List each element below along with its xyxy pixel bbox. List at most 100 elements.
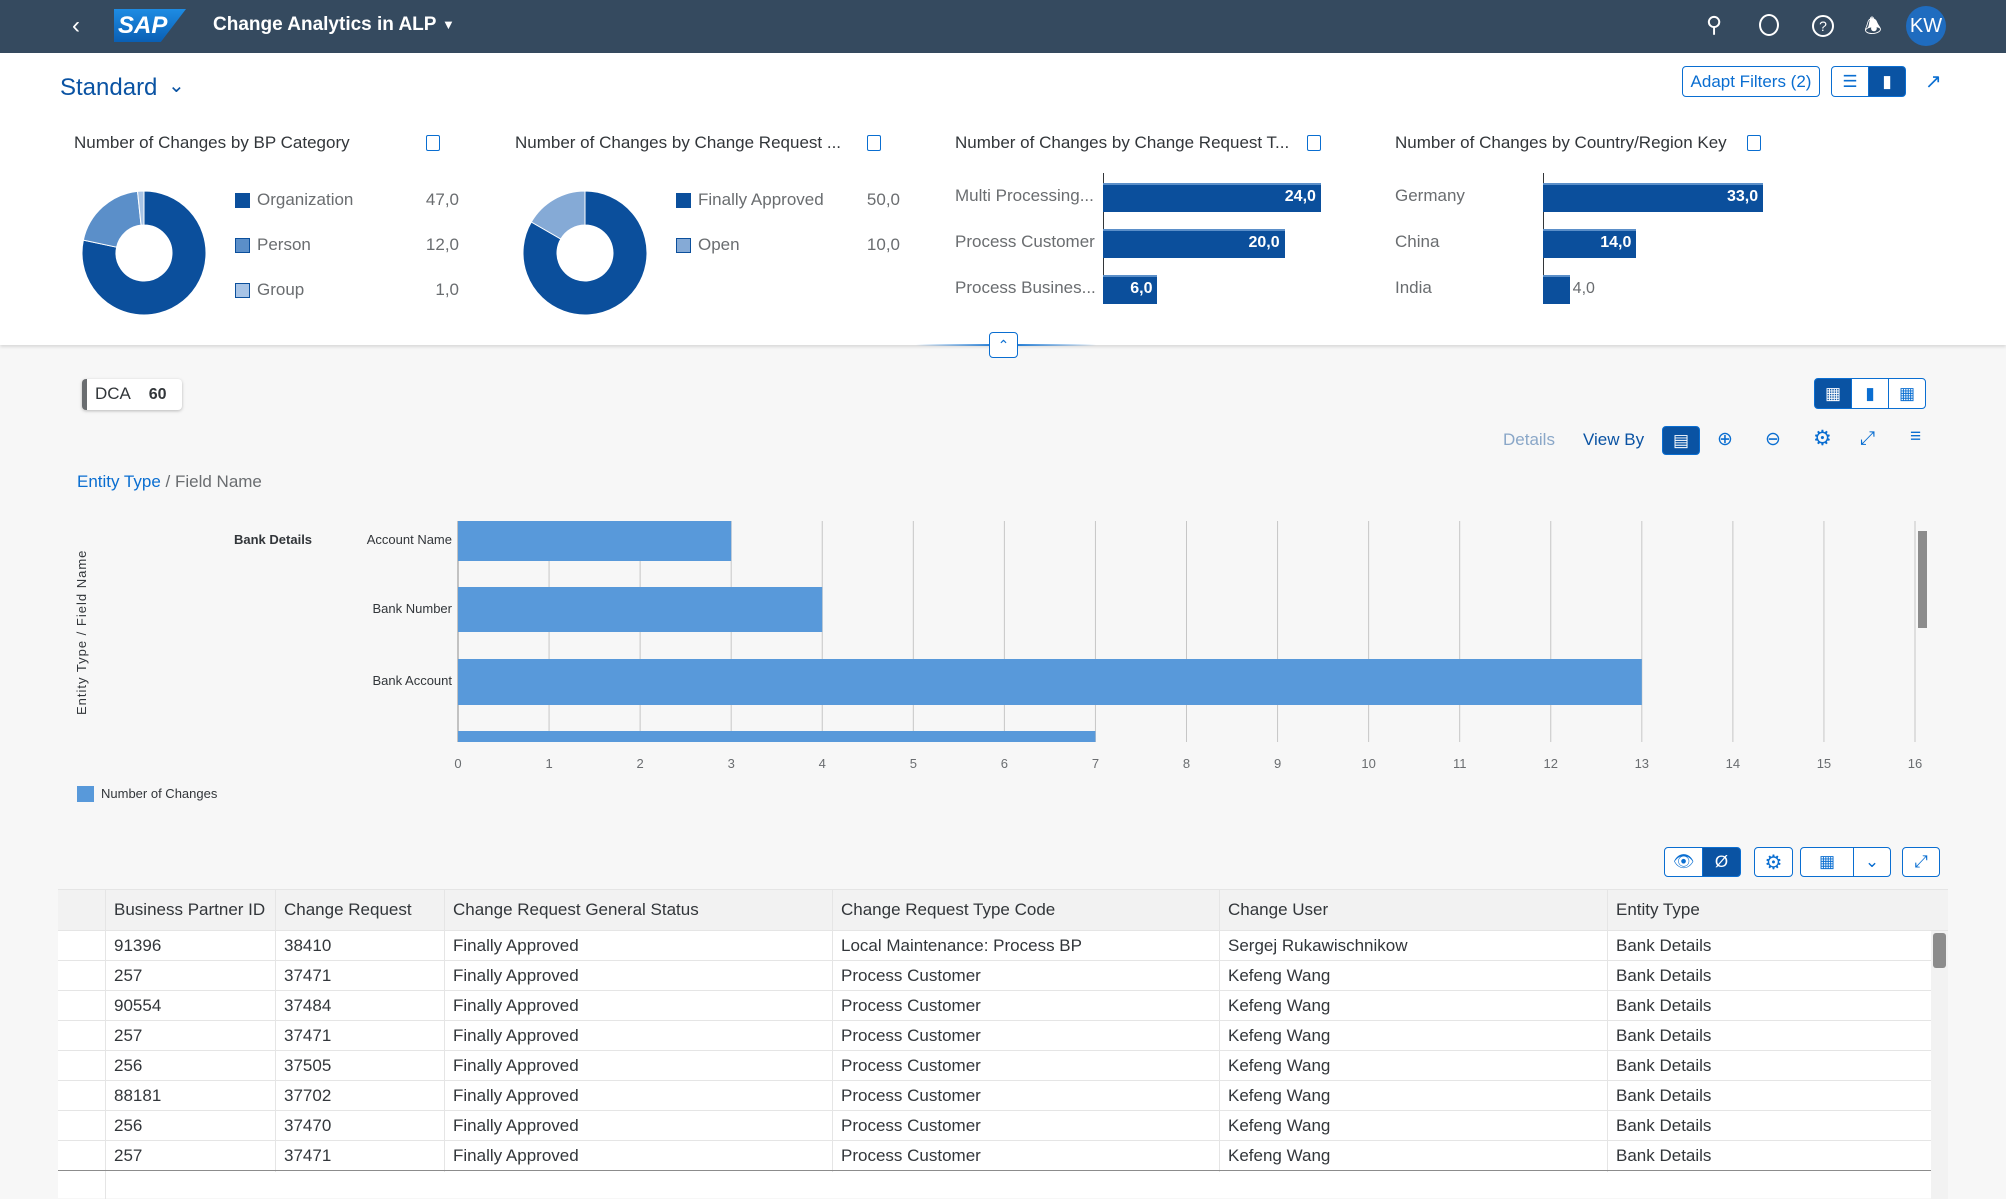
donut-chart[interactable] bbox=[520, 188, 650, 318]
legend-toggle-icon[interactable]: ▤ bbox=[1662, 426, 1700, 455]
export-dropdown-icon[interactable]: ⌄ bbox=[1853, 847, 1891, 877]
column-header[interactable]: Change User bbox=[1228, 895, 1328, 925]
zoom-out-icon[interactable]: ⊖ bbox=[1765, 428, 1781, 451]
legend-value: 50,0 bbox=[866, 190, 900, 209]
chart-scrollbar[interactable] bbox=[1918, 531, 1927, 628]
table-cell: Bank Details bbox=[1616, 996, 1712, 1015]
chart-view-icon[interactable]: ▮ bbox=[1851, 378, 1889, 409]
back-icon[interactable]: ‹ bbox=[72, 12, 80, 40]
table-cell: Process Customer bbox=[841, 1026, 981, 1045]
breadcrumb-link[interactable]: Entity Type bbox=[77, 472, 161, 491]
column-header[interactable]: Change Request General Status bbox=[453, 895, 699, 925]
table-cell: 90554 bbox=[114, 996, 162, 1015]
table-scrollbar-thumb[interactable] bbox=[1933, 933, 1946, 968]
legend-label[interactable]: Finally Approved bbox=[698, 190, 824, 210]
table-cell: 37471 bbox=[284, 966, 332, 985]
visual-filter-icon[interactable]: ▮ bbox=[1868, 66, 1906, 97]
app-title[interactable]: Change Analytics in ALP bbox=[213, 14, 436, 36]
table-settings-icon[interactable]: ⚙ bbox=[1754, 847, 1793, 877]
table-row[interactable]: 257 37471 Finally Approved Process Customer… bbox=[58, 961, 1931, 991]
table-cell: Finally Approved bbox=[453, 1026, 579, 1045]
table-row[interactable]: 91396 38410 Finally Approved Local Maintena… bbox=[58, 931, 1931, 961]
chart-bar[interactable] bbox=[458, 659, 1642, 705]
table-row[interactable]: 88181 37702 Finally Approved Process Custom… bbox=[58, 1081, 1931, 1111]
column-header[interactable]: Entity Type bbox=[1616, 895, 1700, 925]
table-scrollbar-track[interactable] bbox=[1931, 931, 1948, 1199]
open-card-icon[interactable] bbox=[867, 135, 881, 151]
table-cell: Bank Details bbox=[1616, 936, 1712, 955]
dca-chip[interactable]: DCA 60 bbox=[82, 379, 182, 410]
title-dropdown-icon[interactable]: ▼ bbox=[442, 17, 455, 32]
x-tick-label: 7 bbox=[1091, 756, 1100, 771]
chart-bar[interactable] bbox=[458, 521, 732, 561]
table-fullscreen-icon[interactable]: ⤢ bbox=[1902, 847, 1940, 877]
hybrid-view-icon[interactable]: ▦ bbox=[1814, 378, 1852, 409]
show-details-icon[interactable]: 👁 bbox=[1664, 847, 1703, 877]
collapse-header-button[interactable]: ⌃ bbox=[989, 332, 1018, 358]
table-cell: 37470 bbox=[284, 1116, 332, 1135]
details-button[interactable]: Details bbox=[1503, 430, 1555, 450]
sap-logo[interactable]: SAP bbox=[114, 9, 186, 42]
legend-label[interactable]: Person bbox=[257, 235, 311, 255]
column-header[interactable]: Business Partner ID bbox=[114, 895, 265, 925]
table-cell: Process Customer bbox=[841, 1146, 981, 1165]
x-tick-label: 4 bbox=[818, 756, 826, 771]
table-cell: Kefeng Wang bbox=[1228, 1146, 1331, 1165]
donut-chart[interactable] bbox=[79, 188, 209, 318]
adapt-filters-button[interactable]: Adapt Filters (2) bbox=[1682, 66, 1820, 97]
table-cell: Bank Details bbox=[1616, 1056, 1712, 1075]
donut-slice[interactable] bbox=[82, 190, 142, 248]
variant-chevron-down-icon[interactable]: ⌄ bbox=[168, 73, 185, 98]
x-tick-label: 0 bbox=[454, 756, 462, 771]
table-view-icon[interactable]: ▦ bbox=[1888, 378, 1926, 409]
x-tick-label: 14 bbox=[1725, 756, 1741, 771]
table-row[interactable]: 90554 37484 Finally Approved Process Custom… bbox=[58, 991, 1931, 1021]
table-cell: Kefeng Wang bbox=[1228, 1086, 1331, 1105]
open-card-icon[interactable] bbox=[426, 135, 440, 151]
help-icon[interactable]: ? bbox=[1812, 15, 1834, 37]
legend-label[interactable]: Open bbox=[698, 235, 740, 255]
chart-bar[interactable] bbox=[458, 587, 823, 632]
legend-label: Number of Changes bbox=[101, 786, 218, 801]
table-cell: Finally Approved bbox=[453, 1086, 579, 1105]
hide-details-icon[interactable]: Ø bbox=[1702, 847, 1741, 877]
bar-value-label: 6,0 bbox=[1130, 280, 1153, 297]
fullscreen-icon[interactable]: ⤢ bbox=[1860, 428, 1875, 450]
avatar[interactable]: KW bbox=[1906, 6, 1946, 46]
chart-bar[interactable] bbox=[458, 731, 1096, 742]
copilot-icon[interactable] bbox=[1759, 14, 1779, 36]
table-cell: 38410 bbox=[284, 936, 332, 955]
x-tick-label: 13 bbox=[1634, 756, 1650, 771]
x-tick-label: 6 bbox=[1000, 756, 1008, 771]
table-cell: Process Customer bbox=[841, 1116, 981, 1135]
table-cell: 37505 bbox=[284, 1056, 332, 1075]
table-cell: Kefeng Wang bbox=[1228, 1056, 1331, 1075]
table-row[interactable]: 257 37471 Finally Approved Process Customer… bbox=[58, 1021, 1931, 1051]
table-cell: Finally Approved bbox=[453, 936, 579, 955]
bar-value-label: 24,0 bbox=[1284, 188, 1316, 205]
share-icon[interactable]: ↗ bbox=[1925, 69, 1942, 94]
bar[interactable] bbox=[1543, 275, 1570, 304]
zoom-in-icon[interactable]: ⊕ bbox=[1717, 428, 1733, 451]
view-by-button[interactable]: View By bbox=[1583, 430, 1644, 450]
table-cell: Process Customer bbox=[841, 966, 981, 985]
variant-title[interactable]: Standard bbox=[60, 74, 157, 102]
legend-label[interactable]: Group bbox=[257, 280, 304, 300]
sort-icon[interactable]: ≡ bbox=[1910, 426, 1921, 448]
table-row[interactable]: 257 37471 Finally Approved Process Customer… bbox=[58, 1141, 1931, 1171]
export-icon[interactable]: ▦ bbox=[1800, 847, 1854, 877]
table-row[interactable]: 256 37470 Finally Approved Process Customer… bbox=[58, 1111, 1931, 1141]
compact-filter-icon[interactable]: ☰ bbox=[1831, 66, 1869, 97]
search-icon[interactable]: ⚲ bbox=[1706, 12, 1722, 38]
bar-value-label: 14,0 bbox=[1600, 234, 1632, 251]
open-card-icon[interactable] bbox=[1747, 135, 1761, 151]
table-cell: Kefeng Wang bbox=[1228, 1026, 1331, 1045]
bell-icon[interactable]: 🕭 bbox=[1864, 12, 1882, 46]
table-row[interactable]: 256 37505 Finally Approved Process Customer… bbox=[58, 1051, 1931, 1081]
x-tick-label: 2 bbox=[636, 756, 644, 771]
legend-label[interactable]: Organization bbox=[257, 190, 353, 210]
column-header[interactable]: Change Request bbox=[284, 895, 412, 925]
column-header[interactable]: Change Request Type Code bbox=[841, 895, 1055, 925]
settings-icon[interactable]: ⚙ bbox=[1813, 426, 1832, 451]
open-card-icon[interactable] bbox=[1307, 135, 1321, 151]
